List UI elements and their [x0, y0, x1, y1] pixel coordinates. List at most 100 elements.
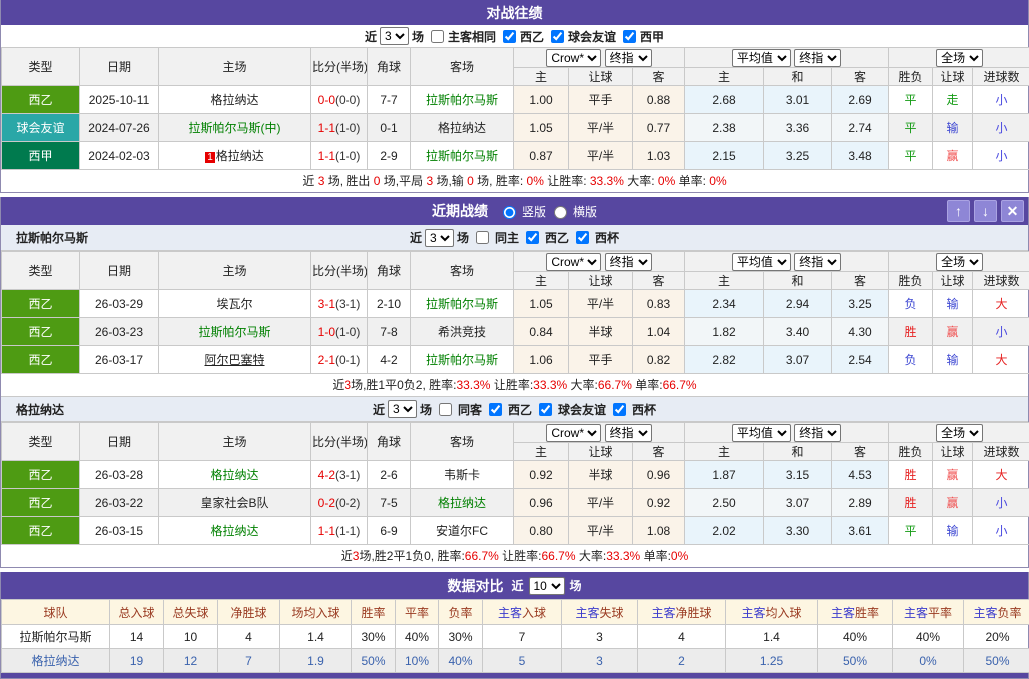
odds-away: 1.08	[633, 517, 685, 545]
same-away-checkbox[interactable]	[439, 403, 452, 416]
league-checkbox-laliga2[interactable]	[503, 30, 516, 43]
team-games-select[interactable]: 3	[388, 400, 417, 418]
away-team[interactable]: 拉斯帕尔马斯	[411, 346, 514, 374]
final-odds-select[interactable]: 终指	[605, 424, 652, 442]
same-home-checkbox[interactable]	[476, 231, 489, 244]
away-team[interactable]: 拉斯帕尔马斯	[411, 290, 514, 318]
close-button[interactable]: ✕	[1001, 200, 1024, 222]
home-team[interactable]: 拉斯帕尔马斯(中)	[159, 114, 311, 142]
home-team[interactable]: 阿尔巴塞特	[159, 346, 311, 374]
vertical-layout-label: 竖版	[522, 203, 546, 220]
league-checkbox-copa[interactable]	[613, 403, 626, 416]
horizontal-layout-radio[interactable]	[554, 206, 567, 219]
col-score: 比分(半场)	[311, 48, 368, 86]
match-score: 0-2(0-2)	[311, 489, 368, 517]
league-badge: 西乙	[2, 489, 80, 517]
h2h-games-select[interactable]: 3	[380, 27, 409, 45]
odds-handicap: 平/半	[569, 114, 633, 142]
comparison-section: 数据对比 近 10 场 球队 总入球 总失球 净胜球 场均入球 胜率 平率 负率…	[0, 572, 1029, 679]
odds-handicap: 平手	[569, 86, 633, 114]
same-home-away-checkbox[interactable]	[431, 30, 444, 43]
near-label: 近	[373, 401, 385, 418]
result-outcome: 负	[889, 346, 933, 374]
team-games-select[interactable]: 3	[425, 229, 454, 247]
away-team[interactable]: 韦斯卡	[411, 461, 514, 489]
final-odds-select[interactable]: 终指	[794, 49, 841, 67]
average-select[interactable]: 平均值	[732, 49, 791, 67]
away-team[interactable]: 拉斯帕尔马斯	[411, 142, 514, 170]
corners: 4-2	[368, 346, 411, 374]
move-up-button[interactable]: ↑	[947, 200, 970, 222]
odds-away: 1.03	[633, 142, 685, 170]
home-team[interactable]: 格拉纳达	[159, 86, 311, 114]
away-team[interactable]: 安道尔FC	[411, 517, 514, 545]
home-team[interactable]: 格拉纳达	[159, 461, 311, 489]
league-label: 西甲	[640, 28, 664, 45]
match-score: 1-1(1-1)	[311, 517, 368, 545]
league-checkbox-copa[interactable]	[576, 231, 589, 244]
match-date: 2024-07-26	[80, 114, 159, 142]
recent-section: 近期战绩 竖版 横版 ↑ ↓ ✕ 拉斯帕尔马斯 近 3 场 同主 西乙 西杯	[0, 197, 1029, 568]
fulltime-select[interactable]: 全场	[936, 253, 983, 271]
granada-table: 类型 日期 主场 比分(半场) 角球 客场 Crow* 终指 平均值 终指 全场	[1, 422, 1029, 545]
league-checkbox-friendly[interactable]	[539, 403, 552, 416]
corners: 7-5	[368, 489, 411, 517]
col-away: 客场	[411, 48, 514, 86]
home-team[interactable]: 埃瓦尔	[159, 290, 311, 318]
league-checkbox-laliga2[interactable]	[489, 403, 502, 416]
away-team[interactable]: 格拉纳达	[411, 489, 514, 517]
stat-cell: 20%	[964, 625, 1029, 649]
h2h-section: 对战往绩 近 3 场 主客相同 西乙 球会友谊 西甲 类型 日期 主场 比分(半…	[0, 0, 1029, 193]
bookmaker-select[interactable]: Crow*	[546, 253, 601, 271]
result-outcome: 胜	[889, 318, 933, 346]
odds-handicap: 平/半	[569, 290, 633, 318]
average-select[interactable]: 平均值	[732, 253, 791, 271]
bookmaker-select[interactable]: Crow*	[546, 49, 601, 67]
laspalmas-table: 类型 日期 主场 比分(半场) 角球 客场 Crow* 终指 平均值 终指 全场	[1, 251, 1029, 374]
avg-away-odds: 3.25	[832, 290, 889, 318]
col-d: 和	[764, 443, 832, 461]
avg-away-odds: 2.69	[832, 86, 889, 114]
vertical-layout-radio[interactable]	[503, 206, 516, 219]
final-odds-select[interactable]: 终指	[794, 253, 841, 271]
league-checkbox-laliga2[interactable]	[526, 231, 539, 244]
league-checkbox-laliga[interactable]	[623, 30, 636, 43]
avg-home-odds: 2.82	[685, 346, 764, 374]
away-team[interactable]: 希洪竞技	[411, 318, 514, 346]
home-team[interactable]: 格拉纳达	[159, 517, 311, 545]
move-down-button[interactable]: ↓	[974, 200, 997, 222]
stat-cell: 14	[110, 625, 164, 649]
avg-home-odds: 2.50	[685, 489, 764, 517]
result-goals: 大	[973, 290, 1029, 318]
games-label: 场	[412, 28, 424, 45]
same-away-label: 同客	[458, 401, 482, 418]
comparison-games-select[interactable]: 10	[529, 577, 565, 595]
final-odds-select[interactable]: 终指	[605, 253, 652, 271]
corners: 2-6	[368, 461, 411, 489]
average-select[interactable]: 平均值	[732, 424, 791, 442]
corners: 2-9	[368, 142, 411, 170]
away-team[interactable]: 格拉纳达	[411, 114, 514, 142]
near-label: 近	[511, 577, 523, 594]
league-checkbox-friendly[interactable]	[551, 30, 564, 43]
avg-home-odds: 1.82	[685, 318, 764, 346]
home-team[interactable]: 拉斯帕尔马斯	[159, 318, 311, 346]
fulltime-select[interactable]: 全场	[936, 424, 983, 442]
league-badge: 西乙	[2, 318, 80, 346]
fulltime-select[interactable]: 全场	[936, 49, 983, 67]
avg-home-odds: 2.34	[685, 290, 764, 318]
final-odds-select[interactable]: 终指	[794, 424, 841, 442]
match-date: 26-03-28	[80, 461, 159, 489]
odds-away: 0.83	[633, 290, 685, 318]
result-outcome: 胜	[889, 489, 933, 517]
near-label: 近	[410, 229, 422, 246]
stat-cell: 1.4	[726, 625, 818, 649]
away-team[interactable]: 拉斯帕尔马斯	[411, 86, 514, 114]
home-team[interactable]: 1格拉纳达	[159, 142, 311, 170]
bookmaker-select[interactable]: Crow*	[546, 424, 601, 442]
final-odds-select[interactable]: 终指	[605, 49, 652, 67]
col-let: 让球	[933, 443, 973, 461]
home-team[interactable]: 皇家社会B队	[159, 489, 311, 517]
col-h: 主	[514, 68, 569, 86]
result-outcome: 平	[889, 86, 933, 114]
